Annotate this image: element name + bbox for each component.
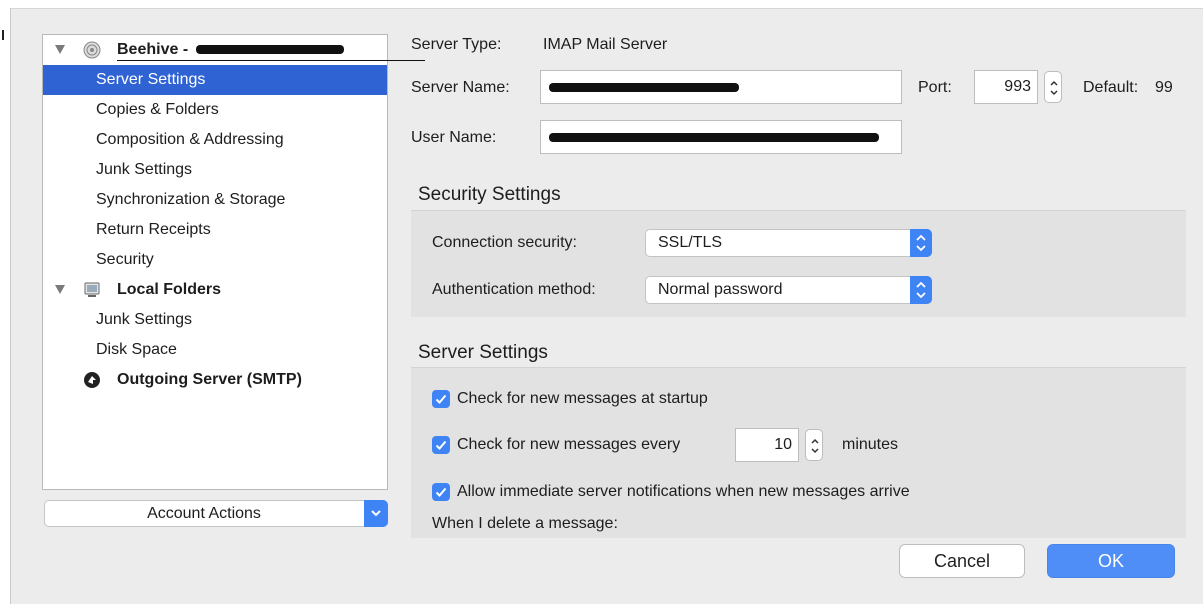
account-name: Beehive - [117,41,189,58]
sidebar-item-disk-space[interactable]: Disk Space [43,335,387,365]
default-label: Default: [1083,79,1139,96]
checkmark-icon [435,487,447,497]
account-beehive[interactable]: Beehive - [43,35,425,65]
port-stepper[interactable] [1044,71,1062,103]
outgoing-server-icon [84,372,100,388]
port-label: Port: [918,79,952,96]
account-outgoing-server[interactable]: Outgoing Server (SMTP) [43,365,387,395]
window-edge-mark [2,30,4,40]
authentication-method-label: Authentication method: [432,281,596,298]
checkmark-icon [435,440,447,450]
user-name-input[interactable] [540,120,902,154]
stepper-arrows-icon [811,438,819,454]
check-interval-input[interactable]: 10 [735,428,799,462]
port-input[interactable]: 993 [974,70,1038,104]
delete-message-label: When I delete a message: [432,515,618,532]
account-actions-dropdown[interactable]: Account Actions [44,500,388,527]
select-arrows-icon [910,276,932,304]
allow-notifications-checkbox[interactable] [432,483,450,501]
ok-button[interactable]: OK [1047,544,1175,578]
account-underline [117,60,425,61]
mail-server-icon [83,41,101,59]
sidebar-item-composition-addressing[interactable]: Composition & Addressing [43,125,387,155]
server-type-label: Server Type: [411,36,502,53]
sidebar-item-server-settings[interactable]: Server Settings [43,65,387,95]
cancel-button[interactable]: Cancel [899,544,1025,578]
sidebar-item-local-junk-settings[interactable]: Junk Settings [43,305,387,335]
allow-notifications-label: Allow immediate server notifications whe… [457,483,910,500]
user-name-label: User Name: [411,129,497,146]
redacted-account-email [196,45,345,55]
check-startup-label: Check for new messages at startup [457,390,708,407]
check-every-label: Check for new messages every [457,436,681,453]
sidebar-item-junk-settings[interactable]: Junk Settings [43,155,387,185]
redacted-user-name [549,133,879,142]
check-interval-stepper[interactable] [805,429,823,461]
checkmark-icon [435,394,447,404]
server-name-label: Server Name: [411,79,510,96]
disclosure-triangle-icon[interactable] [55,45,65,54]
disclosure-triangle-icon[interactable] [55,285,65,294]
check-every-checkbox[interactable] [432,436,450,454]
security-settings-title: Security Settings [418,184,561,205]
sidebar-item-copies-folders[interactable]: Copies & Folders [43,95,387,125]
account-tree[interactable]: Beehive - Server Settings Copies & Folde… [42,34,425,490]
authentication-method-select[interactable]: Normal password [645,276,932,304]
check-startup-checkbox[interactable] [432,390,450,408]
chevron-down-icon [364,500,388,527]
redacted-server-name [549,83,739,92]
connection-security-select[interactable]: SSL/TLS [645,229,932,257]
select-arrows-icon [910,229,932,257]
account-local-folders[interactable]: Local Folders [43,275,387,305]
sidebar-item-return-receipts[interactable]: Return Receipts [43,215,387,245]
server-name-input[interactable] [540,70,902,104]
server-type-value: IMAP Mail Server [543,36,668,53]
sidebar-item-security[interactable]: Security [43,245,387,275]
interval-unit-label: minutes [842,436,899,453]
stepper-arrows-icon [1050,80,1058,96]
server-settings-title: Server Settings [418,342,548,363]
sidebar-item-synchronization-storage[interactable]: Synchronization & Storage [43,185,387,215]
connection-security-label: Connection security: [432,234,577,251]
computer-icon [84,282,100,297]
default-port-value: 99 [1155,79,1173,96]
